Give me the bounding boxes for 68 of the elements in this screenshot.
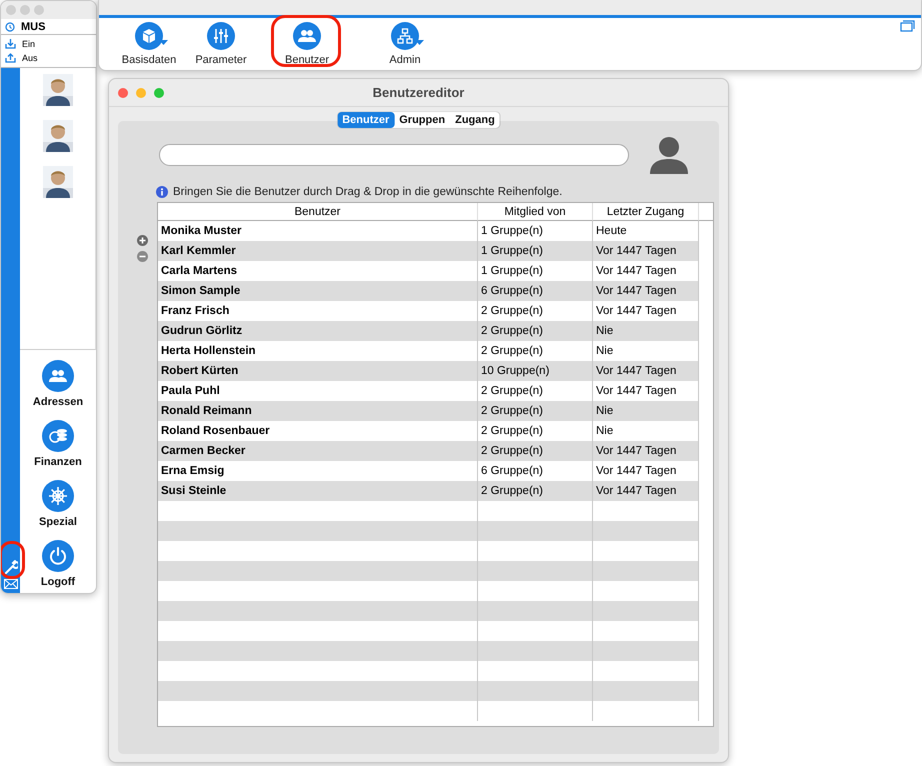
table-cell: Vor 1447 Tagen <box>593 261 699 281</box>
column-header[interactable]: Mitglied von <box>478 203 593 221</box>
tab[interactable]: Gruppen <box>394 112 450 128</box>
add-icon[interactable] <box>137 235 148 246</box>
table-cell: 6 Gruppe(n) <box>478 281 593 301</box>
table-cell: 10 Gruppe(n) <box>478 361 593 381</box>
clock-icon <box>5 22 15 32</box>
toolbar-button[interactable]: Parameter <box>185 18 257 66</box>
table-cell: Vor 1447 Tagen <box>593 361 699 381</box>
download-icon[interactable] <box>5 39 16 49</box>
module-button[interactable]: Finanzen <box>34 420 82 468</box>
table-cell: Vor 1447 Tagen <box>593 461 699 481</box>
table-cell: Carla Martens <box>158 261 478 281</box>
people-icon <box>42 360 74 392</box>
coins-icon <box>42 420 74 452</box>
remove-icon[interactable] <box>137 251 148 262</box>
table-cell: Vor 1447 Tagen <box>593 441 699 461</box>
action-label[interactable]: Aus <box>22 53 38 63</box>
ship-wheel-icon <box>42 480 74 512</box>
table-cell: 2 Gruppe(n) <box>478 441 593 461</box>
table-cell: Gudrun Görlitz <box>158 321 478 341</box>
table-cell: Karl Kemmler <box>158 241 478 261</box>
search-field[interactable] <box>159 144 629 166</box>
table-cell: Nie <box>593 401 699 421</box>
close-button[interactable] <box>118 88 128 98</box>
info-icon <box>156 186 168 198</box>
toolbar-button[interactable]: Benutzer <box>257 18 357 66</box>
toolbar-button[interactable]: Basisdaten <box>113 18 185 66</box>
action-label[interactable]: Ein <box>22 39 36 49</box>
power-icon <box>42 540 74 572</box>
table-cell: Nie <box>593 321 699 341</box>
table-cell: 2 Gruppe(n) <box>478 321 593 341</box>
column-header[interactable]: Letzter Zugang <box>593 203 699 221</box>
table-cell: Simon Sample <box>158 281 478 301</box>
table-cell: Vor 1447 Tagen <box>593 381 699 401</box>
table-cell: Robert Kürten <box>158 361 478 381</box>
dropdown-caret-icon <box>159 40 168 45</box>
cube-icon <box>135 22 163 50</box>
window-title: Benutzereditor <box>372 85 464 100</box>
column-header[interactable]: Benutzer <box>158 203 478 221</box>
tab[interactable]: Benutzer <box>337 112 394 128</box>
table-cell: 2 Gruppe(n) <box>478 401 593 421</box>
table-cell: 2 Gruppe(n) <box>478 481 593 501</box>
table-cell: Vor 1447 Tagen <box>593 481 699 501</box>
zoom-button[interactable] <box>154 88 164 98</box>
module-button[interactable]: Adressen <box>32 360 84 408</box>
table-cell: Vor 1447 Tagen <box>593 301 699 321</box>
table-cell: Susi Steinle <box>158 481 478 501</box>
table-cell: Vor 1447 Tagen <box>593 281 699 301</box>
table-cell: Carmen Becker <box>158 441 478 461</box>
sliders-icon <box>207 22 235 50</box>
module-button[interactable]: Spezial <box>39 480 77 528</box>
user-code: MUS <box>21 20 46 32</box>
table-cell: 1 Gruppe(n) <box>478 241 593 261</box>
dropdown-caret-icon <box>415 40 424 45</box>
upload-icon[interactable] <box>5 53 16 63</box>
windows-icon[interactable] <box>900 20 915 32</box>
wrench-icon[interactable] <box>4 559 18 575</box>
user-icon <box>649 136 689 174</box>
mail-icon[interactable] <box>4 579 18 589</box>
hint-text: Bringen Sie die Benutzer durch Drag & Drop in die gewünschte Reihenfolge. <box>173 186 562 198</box>
hierarchy-icon <box>391 22 419 50</box>
toolbar-button[interactable]: Admin <box>357 18 453 66</box>
tab[interactable]: Zugang <box>450 112 500 128</box>
people-icon <box>293 22 321 50</box>
table-cell: Ronald Reimann <box>158 401 478 421</box>
module-button[interactable]: Logoff <box>40 540 76 588</box>
table-cell: Vor 1447 Tagen <box>593 241 699 261</box>
